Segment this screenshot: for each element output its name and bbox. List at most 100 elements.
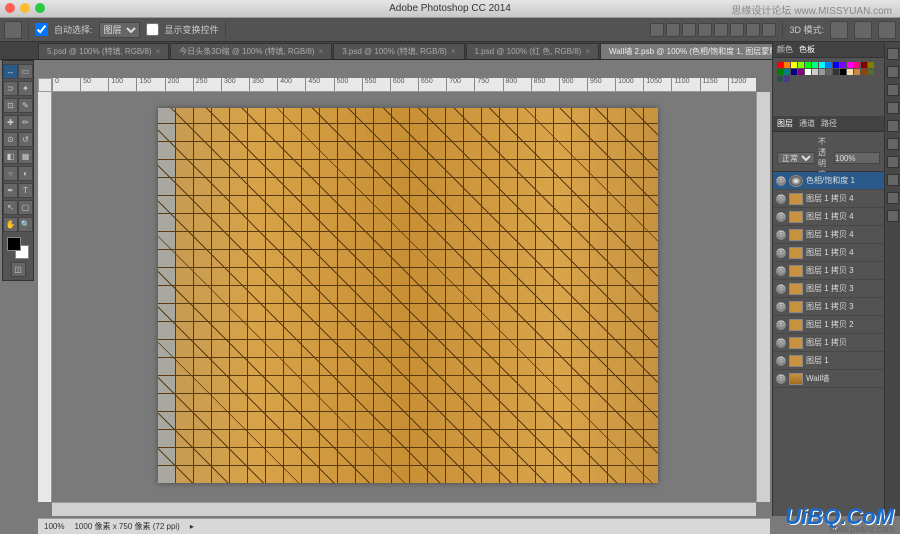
- maximize-icon[interactable]: [35, 3, 45, 13]
- layer-thumbnail[interactable]: [789, 229, 803, 241]
- layer-row[interactable]: 👁图层 1 拷贝 3: [773, 280, 884, 298]
- visibility-icon[interactable]: 👁: [776, 356, 786, 366]
- layer-thumbnail[interactable]: [789, 193, 803, 205]
- close-icon[interactable]: [5, 3, 15, 13]
- properties-panel-icon[interactable]: [887, 84, 899, 96]
- blend-mode-dropdown[interactable]: 正常: [777, 152, 815, 164]
- type-tool[interactable]: T: [18, 183, 33, 198]
- visibility-icon[interactable]: 👁: [776, 212, 786, 222]
- layer-thumbnail[interactable]: [789, 319, 803, 331]
- document-canvas[interactable]: [158, 108, 658, 483]
- swatch[interactable]: [791, 62, 797, 68]
- wand-tool[interactable]: ✦: [18, 81, 33, 96]
- eyedropper-tool[interactable]: ✎: [18, 98, 33, 113]
- swatch[interactable]: [805, 62, 811, 68]
- layer-thumbnail[interactable]: [789, 211, 803, 223]
- shape-tool[interactable]: ▢: [18, 200, 33, 215]
- layer-thumbnail[interactable]: [789, 337, 803, 349]
- swatch[interactable]: [784, 62, 790, 68]
- layer-thumbnail[interactable]: [789, 355, 803, 367]
- swatch[interactable]: [812, 62, 818, 68]
- character-panel-icon[interactable]: [887, 102, 899, 114]
- layer-row[interactable]: 👁图层 1 拷贝 3: [773, 262, 884, 280]
- visibility-icon[interactable]: 👁: [776, 320, 786, 330]
- document-info[interactable]: 1000 像素 x 750 像素 (72 ppi): [74, 521, 179, 532]
- swatch[interactable]: [833, 62, 839, 68]
- layer-row[interactable]: 👁图层 1 拷贝 3: [773, 298, 884, 316]
- swatch[interactable]: [798, 62, 804, 68]
- document-tab[interactable]: 1.psd @ 100% (红 色, RGB/8)×: [466, 43, 600, 59]
- info-panel-icon[interactable]: [887, 192, 899, 204]
- visibility-icon[interactable]: 👁: [776, 284, 786, 294]
- ruler-origin[interactable]: [38, 78, 52, 92]
- layer-row[interactable]: 👁图层 1: [773, 352, 884, 370]
- swatch[interactable]: [784, 76, 790, 82]
- vertical-ruler[interactable]: [38, 92, 52, 502]
- minimize-icon[interactable]: [20, 3, 30, 13]
- tab-channels[interactable]: 通道: [799, 118, 815, 129]
- swatch[interactable]: [847, 62, 853, 68]
- swatch[interactable]: [854, 62, 860, 68]
- foreground-color[interactable]: [7, 237, 21, 251]
- layer-thumbnail[interactable]: [789, 175, 803, 187]
- layer-thumbnail[interactable]: [789, 265, 803, 277]
- close-icon[interactable]: ×: [451, 47, 456, 56]
- crop-tool[interactable]: ⊡: [3, 98, 18, 113]
- swatch[interactable]: [819, 62, 825, 68]
- close-icon[interactable]: ×: [156, 47, 161, 56]
- layer-row[interactable]: 👁图层 1 拷贝 4: [773, 244, 884, 262]
- auto-select-checkbox[interactable]: [35, 23, 48, 36]
- marquee-tool[interactable]: ▭: [18, 64, 33, 79]
- swatch[interactable]: [826, 69, 832, 75]
- visibility-icon[interactable]: 👁: [776, 194, 786, 204]
- stamp-tool[interactable]: ⊙: [3, 132, 18, 147]
- layer-row[interactable]: 👁图层 1 拷贝: [773, 334, 884, 352]
- align-top-icon[interactable]: [698, 23, 712, 37]
- layer-row[interactable]: 👁图层 1 拷贝 2: [773, 316, 884, 334]
- align-right-icon[interactable]: [682, 23, 696, 37]
- paragraph-panel-icon[interactable]: [887, 120, 899, 132]
- layer-thumbnail[interactable]: [789, 301, 803, 313]
- swatch[interactable]: [840, 62, 846, 68]
- gradient-tool[interactable]: ▦: [18, 149, 33, 164]
- close-icon[interactable]: ×: [585, 47, 590, 56]
- swatch[interactable]: [868, 62, 874, 68]
- visibility-icon[interactable]: 👁: [776, 302, 786, 312]
- hand-tool[interactable]: ✋: [3, 217, 18, 232]
- swatch[interactable]: [861, 62, 867, 68]
- swatch[interactable]: [833, 69, 839, 75]
- swatch[interactable]: [777, 62, 783, 68]
- tab-paths[interactable]: 路径: [821, 118, 837, 129]
- swatch[interactable]: [854, 69, 860, 75]
- 3d-slide-icon[interactable]: [878, 21, 896, 39]
- visibility-icon[interactable]: 👁: [776, 230, 786, 240]
- 3d-pan-icon[interactable]: [854, 21, 872, 39]
- tab-layers[interactable]: 图层: [777, 118, 793, 129]
- brush-tool[interactable]: ✏: [18, 115, 33, 130]
- quickmask-toggle[interactable]: ◫: [11, 262, 26, 277]
- path-select-tool[interactable]: ↖: [3, 200, 18, 215]
- document-tab[interactable]: 今日头条3D缩 @ 100% (特填, RGB/8)×: [170, 43, 332, 59]
- swatch[interactable]: [868, 69, 874, 75]
- visibility-icon[interactable]: 👁: [776, 266, 786, 276]
- tab-swatches[interactable]: 色板: [799, 44, 815, 55]
- move-tool-icon[interactable]: [4, 21, 22, 39]
- 3d-orbit-icon[interactable]: [830, 21, 848, 39]
- navigator-panel-icon[interactable]: [887, 210, 899, 222]
- vertical-scrollbar[interactable]: [756, 92, 770, 502]
- adjustments-panel-icon[interactable]: [887, 174, 899, 186]
- swatch[interactable]: [847, 69, 853, 75]
- close-icon[interactable]: ×: [319, 47, 324, 56]
- actions-panel-icon[interactable]: [887, 66, 899, 78]
- heal-tool[interactable]: ✚: [3, 115, 18, 130]
- move-tool[interactable]: ↔: [3, 64, 18, 79]
- swatch[interactable]: [812, 69, 818, 75]
- horizontal-scrollbar[interactable]: [52, 502, 756, 516]
- layer-thumbnail[interactable]: [789, 373, 803, 385]
- swatch[interactable]: [791, 69, 797, 75]
- blur-tool[interactable]: ○: [3, 166, 18, 181]
- layer-row[interactable]: 👁图层 1 拷贝 4: [773, 226, 884, 244]
- horizontal-ruler[interactable]: 0501001502002503003504004505005506006507…: [52, 78, 756, 92]
- layer-thumbnail[interactable]: [789, 283, 803, 295]
- history-panel-icon[interactable]: [887, 48, 899, 60]
